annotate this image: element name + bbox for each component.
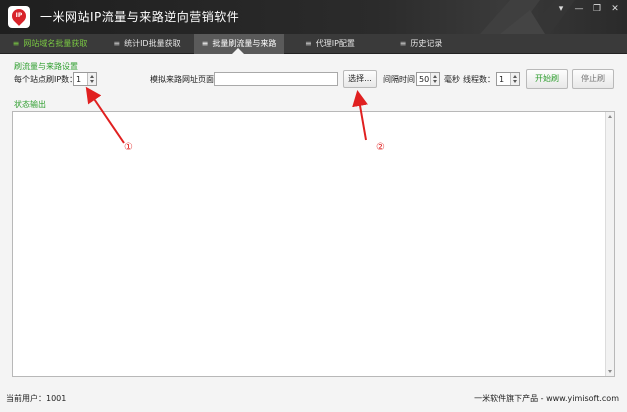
active-tab-indicator <box>232 48 244 54</box>
tab-label: 历史记录 <box>410 39 443 48</box>
title-bar: IP 一米网站IP流量与来路逆向营销软件 ▾ — ❐ ✕ <box>0 0 627 34</box>
hamburger-icon: ≡ <box>12 39 20 48</box>
threads-value: 1 <box>499 75 505 84</box>
tab-proxy-config[interactable]: ≡ 代理IP配置 <box>284 34 376 54</box>
annotation-label-1: ① <box>124 142 133 153</box>
choose-button[interactable]: 选择... <box>343 70 377 88</box>
interval-stepper[interactable]: 50 <box>416 72 440 86</box>
footer-brand: 一米软件旗下产品 - www.yimisoft.com <box>474 394 619 403</box>
settings-section-label: 刷流量与来路设置 <box>14 62 78 71</box>
output-section-label: 状态输出 <box>14 100 46 109</box>
ip-per-site-label: 每个站点刷IP数： <box>14 75 78 84</box>
threads-stepper[interactable]: 1 <box>496 72 520 86</box>
close-icon[interactable]: ✕ <box>609 3 621 15</box>
app-window: IP 一米网站IP流量与来路逆向营销软件 ▾ — ❐ ✕ ≡ 网站域名批量获取 ≡… <box>0 0 627 412</box>
window-controls: ▾ — ❐ ✕ <box>555 3 621 15</box>
app-title: 一米网站IP流量与来路逆向营销软件 <box>40 10 240 24</box>
hamburger-icon: ≡ <box>201 39 209 48</box>
stepper-arrows[interactable] <box>87 73 96 85</box>
tab-label: 代理IP配置 <box>315 39 355 48</box>
tab-bar: ≡ 网站域名批量获取 ≡ 统计ID批量获取 ≡ 批量刷流量与来路 ≡ 代理IP配置 ≡ 历… <box>0 34 627 54</box>
tab-stat-id-batch[interactable]: ≡ 统计ID批量获取 <box>100 34 194 54</box>
current-user-status: 当前用户：1001 <box>6 394 67 403</box>
interval-label: 间隔时间 <box>383 75 415 84</box>
stepper-down-icon[interactable] <box>90 80 94 83</box>
stop-button[interactable]: 停止刷 <box>572 69 614 89</box>
app-logo: IP <box>8 6 30 28</box>
tab-label: 批量刷流量与来路 <box>212 39 277 48</box>
tab-history[interactable]: ≡ 历史记录 <box>376 34 466 54</box>
hamburger-icon: ≡ <box>399 39 407 48</box>
interval-unit: 毫秒 <box>444 75 460 84</box>
menu-icon[interactable]: ▾ <box>555 3 567 15</box>
start-button[interactable]: 开始刷 <box>526 69 568 89</box>
interval-value: 50 <box>419 75 430 84</box>
ip-per-site-value: 1 <box>76 75 82 84</box>
hamburger-icon: ≡ <box>113 39 121 48</box>
stepper-arrows[interactable] <box>510 73 519 85</box>
maximize-icon[interactable]: ❐ <box>591 3 603 15</box>
stepper-down-icon[interactable] <box>513 80 517 83</box>
source-url-input[interactable] <box>214 72 338 86</box>
stepper-up-icon[interactable] <box>90 75 94 78</box>
output-scrollbar[interactable] <box>605 112 614 376</box>
status-output-area[interactable] <box>12 111 615 377</box>
stepper-down-icon[interactable] <box>433 80 437 83</box>
minimize-icon[interactable]: — <box>573 3 585 15</box>
logo-text: IP <box>15 12 23 19</box>
threads-label: 线程数： <box>463 75 495 84</box>
tab-label: 统计ID批量获取 <box>124 39 181 48</box>
hamburger-icon: ≡ <box>305 39 312 48</box>
annotation-label-2: ② <box>376 142 385 153</box>
scroll-down-icon[interactable] <box>608 370 612 373</box>
scroll-up-icon[interactable] <box>608 115 612 118</box>
ip-per-site-stepper[interactable]: 1 <box>73 72 97 86</box>
stepper-up-icon[interactable] <box>513 75 517 78</box>
source-url-label: 模拟来路网址页面： <box>150 75 222 84</box>
tab-domain-batch[interactable]: ≡ 网站域名批量获取 <box>0 34 100 54</box>
tab-label: 网站域名批量获取 <box>23 39 88 48</box>
stepper-arrows[interactable] <box>430 73 439 85</box>
stepper-up-icon[interactable] <box>433 75 437 78</box>
